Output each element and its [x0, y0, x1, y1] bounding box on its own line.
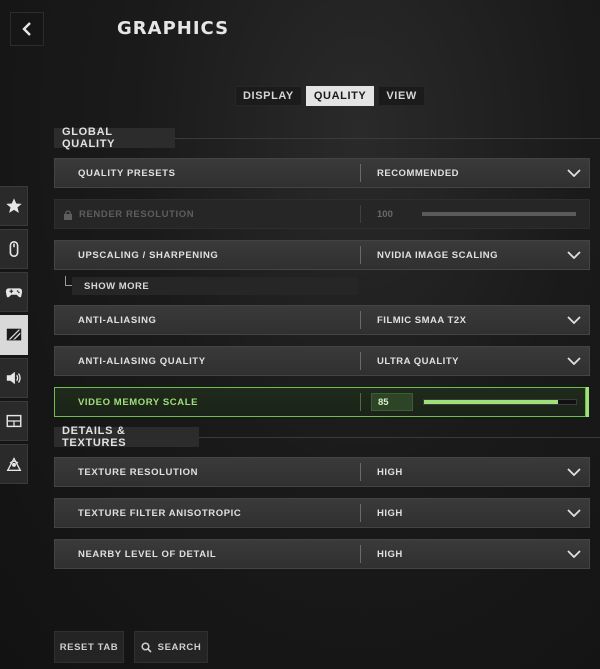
- upscaling-setting[interactable]: UPSCALING / SHARPENING NVIDIA IMAGE SCAL…: [54, 240, 590, 270]
- star-icon: [5, 198, 22, 213]
- reset-tab-button[interactable]: RESET TAB: [54, 631, 124, 663]
- setting-label: ANTI-ALIASING: [78, 314, 157, 326]
- reset-tab-label: RESET TAB: [59, 641, 119, 653]
- setting-label: TEXTURE RESOLUTION: [78, 466, 199, 478]
- side-nav-item[interactable]: [0, 401, 28, 441]
- setting-value: ULTRA QUALITY: [377, 355, 459, 367]
- video-memory-scale-setting[interactable]: VIDEO MEMORY SCALE 85: [54, 387, 589, 417]
- back-button[interactable]: [10, 12, 44, 46]
- slider-fill: [422, 212, 576, 216]
- chevron-down-icon: [567, 357, 581, 365]
- section-title: GLOBAL QUALITY: [54, 126, 176, 150]
- quality-presets-setting[interactable]: QUALITY PRESETS RECOMMENDED: [54, 158, 590, 188]
- video-memory-value[interactable]: 85: [371, 393, 413, 411]
- tab-view[interactable]: VIEW: [378, 86, 425, 106]
- chevron-down-icon: [567, 509, 581, 517]
- setting-value: HIGH: [377, 548, 403, 560]
- search-icon: [141, 641, 152, 653]
- speaker-icon: [6, 371, 21, 385]
- side-nav-item[interactable]: [0, 358, 28, 398]
- setting-label: TEXTURE FILTER ANISOTROPIC: [78, 507, 242, 519]
- show-more-button[interactable]: SHOW MORE: [72, 277, 358, 295]
- chevron-down-icon: [567, 468, 581, 476]
- setting-label: VIDEO MEMORY SCALE: [78, 396, 199, 408]
- render-resolution-setting: RENDER RESOLUTION 100: [54, 199, 590, 229]
- setting-value: HIGH: [377, 466, 403, 478]
- interface-icon: [6, 414, 21, 428]
- nearby-lod-setting[interactable]: NEARBY LEVEL OF DETAIL HIGH: [54, 539, 590, 569]
- chevron-down-icon: [567, 251, 581, 259]
- setting-value: NVIDIA IMAGE SCALING: [377, 249, 499, 261]
- texture-resolution-setting[interactable]: TEXTURE RESOLUTION HIGH: [54, 457, 590, 487]
- network-icon: [6, 457, 21, 471]
- texture-filter-setting[interactable]: TEXTURE FILTER ANISOTROPIC HIGH: [54, 498, 590, 528]
- side-nav-item[interactable]: [0, 229, 28, 269]
- section-divider: [198, 436, 600, 438]
- render-resolution-slider: [422, 212, 576, 216]
- search-button[interactable]: SEARCH: [134, 631, 208, 663]
- setting-value: RECOMMENDED: [377, 167, 460, 179]
- chevron-left-icon: [22, 22, 31, 36]
- setting-label: RENDER RESOLUTION: [79, 208, 195, 220]
- side-nav-item[interactable]: [0, 272, 28, 312]
- section-global-quality: GLOBAL QUALITY: [54, 126, 600, 150]
- lock-icon: [64, 209, 72, 220]
- setting-value: FILMIC SMAA T2X: [377, 314, 467, 326]
- setting-value: 100: [377, 208, 393, 220]
- tab-quality[interactable]: QUALITY: [305, 86, 375, 106]
- gamepad-icon: [5, 288, 22, 298]
- chevron-down-icon: [567, 169, 581, 177]
- tab-bar: DISPLAY QUALITY VIEW: [235, 86, 425, 106]
- tab-display[interactable]: DISPLAY: [235, 86, 302, 106]
- side-nav-item[interactable]: [0, 186, 28, 226]
- video-memory-slider[interactable]: [423, 399, 577, 405]
- section-title: DETAILS & TEXTURES: [54, 425, 199, 449]
- focus-indicator: [586, 387, 589, 417]
- page-title: GRAPHICS: [117, 18, 230, 39]
- side-nav: [0, 186, 28, 487]
- section-divider: [175, 137, 600, 139]
- setting-label: ANTI-ALIASING QUALITY: [78, 355, 206, 367]
- mouse-icon: [9, 240, 18, 258]
- search-label: SEARCH: [157, 641, 202, 653]
- setting-value: HIGH: [377, 507, 403, 519]
- anti-aliasing-quality-setting[interactable]: ANTI-ALIASING QUALITY ULTRA QUALITY: [54, 346, 590, 376]
- graphics-icon: [6, 328, 21, 341]
- anti-aliasing-setting[interactable]: ANTI-ALIASING FILMIC SMAA T2X: [54, 305, 590, 335]
- setting-label: NEARBY LEVEL OF DETAIL: [78, 548, 217, 560]
- chevron-down-icon: [567, 316, 581, 324]
- setting-label-wrap: RENDER RESOLUTION: [55, 209, 360, 220]
- setting-label: UPSCALING / SHARPENING: [78, 249, 219, 261]
- side-nav-item-graphics[interactable]: [0, 315, 28, 355]
- setting-label: QUALITY PRESETS: [78, 167, 176, 179]
- chevron-down-icon: [567, 550, 581, 558]
- side-nav-item[interactable]: [0, 444, 28, 484]
- slider-fill: [424, 400, 558, 404]
- section-details-textures: DETAILS & TEXTURES: [54, 425, 600, 449]
